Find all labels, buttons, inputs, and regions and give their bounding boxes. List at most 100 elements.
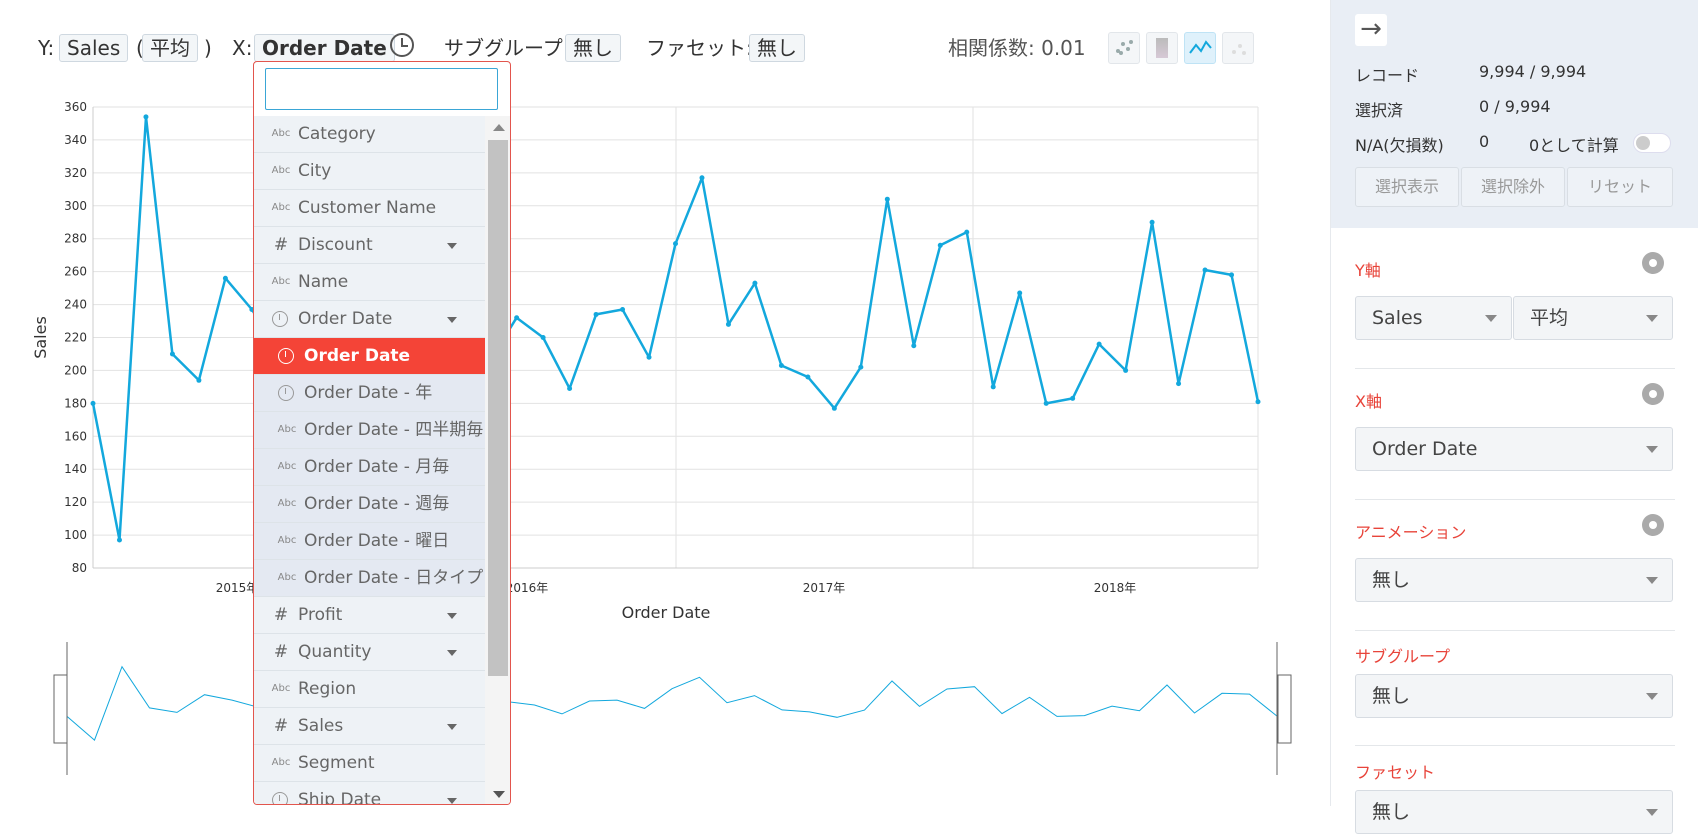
- data-point[interactable]: [1043, 400, 1049, 406]
- chevron-down-icon[interactable]: [447, 798, 457, 804]
- data-point[interactable]: [805, 374, 811, 380]
- chevron-down-icon[interactable]: [447, 317, 457, 323]
- data-point[interactable]: [593, 311, 599, 317]
- zero-calc-label: 0として計算: [1529, 136, 1619, 155]
- data-point[interactable]: [964, 229, 970, 235]
- exclude-selected-button[interactable]: 選択除外: [1461, 167, 1565, 207]
- x-field-dropdown[interactable]: Abc Category Abc City Abc Customer Name # Disco…: [253, 61, 511, 805]
- subgroup-chip[interactable]: 無し: [565, 34, 621, 62]
- animation-gear-icon[interactable]: [1642, 514, 1664, 536]
- x-axis-title: X軸: [1355, 392, 1382, 411]
- facet-title: ファセット: [1355, 763, 1436, 782]
- data-point[interactable]: [673, 241, 678, 247]
- y-axis-gear-icon[interactable]: [1642, 252, 1664, 274]
- dropdown-item-label: Name: [298, 272, 349, 292]
- line-chart[interactable]: 80 100 120 140 160 180 200 220 240 260 280 300 320 34…: [0, 90, 1290, 630]
- dropdown-item[interactable]: Abc Order Date - 日タイプ: [254, 560, 485, 597]
- data-point[interactable]: [725, 321, 731, 327]
- dropdown-item[interactable]: Abc Order Date - 四半期毎: [254, 412, 485, 449]
- dropdown-item[interactable]: # Profit: [254, 597, 485, 634]
- dropdown-item[interactable]: Abc Order Date - 月毎: [254, 449, 485, 486]
- chevron-down-icon[interactable]: [447, 650, 457, 656]
- data-point[interactable]: [514, 315, 520, 321]
- scroll-up-icon[interactable]: [493, 124, 505, 131]
- show-selected-button[interactable]: 選択表示: [1355, 167, 1459, 207]
- chevron-down-icon[interactable]: [447, 724, 457, 730]
- data-point[interactable]: [699, 175, 705, 181]
- dropdown-item[interactable]: Abc Segment: [254, 745, 485, 782]
- data-point[interactable]: [1255, 399, 1261, 405]
- data-point[interactable]: [116, 537, 122, 543]
- data-point[interactable]: [858, 364, 864, 370]
- reset-button[interactable]: リセット: [1567, 167, 1673, 207]
- data-point[interactable]: [752, 280, 758, 286]
- data-point[interactable]: [1229, 272, 1235, 278]
- dropdown-item[interactable]: Abc Name: [254, 264, 485, 301]
- data-point[interactable]: [1096, 341, 1102, 347]
- zero-calc-toggle[interactable]: [1633, 133, 1671, 153]
- dropdown-item[interactable]: Order Date: [254, 338, 485, 375]
- subgroup-select[interactable]: 無し: [1355, 674, 1673, 718]
- dropdown-item[interactable]: Order Date - 年: [254, 375, 485, 412]
- dropdown-item[interactable]: Abc Customer Name: [254, 190, 485, 227]
- dropdown-search-input[interactable]: [265, 68, 498, 110]
- x-field-select[interactable]: Order Date: [1355, 427, 1673, 471]
- dropdown-item[interactable]: Abc Order Date - 週毎: [254, 486, 485, 523]
- data-point[interactable]: [169, 351, 175, 357]
- dropdown-item[interactable]: Abc City: [254, 153, 485, 190]
- data-point[interactable]: [143, 114, 149, 120]
- dropdown-item[interactable]: # Discount: [254, 227, 485, 264]
- correlation-text: 相関係数: 0.01: [948, 36, 1086, 60]
- dropdown-item[interactable]: Abc Region: [254, 671, 485, 708]
- chevron-down-icon[interactable]: [447, 613, 457, 619]
- dropdown-item[interactable]: Ship Date: [254, 782, 485, 804]
- y-field-chip[interactable]: Sales: [59, 34, 129, 62]
- data-point[interactable]: [884, 196, 890, 202]
- x-field-chip[interactable]: Order Date: [254, 34, 395, 62]
- scrollbar-thumb[interactable]: [488, 140, 508, 676]
- dropdown-item[interactable]: # Quantity: [254, 634, 485, 671]
- range-navigator[interactable]: [0, 635, 1300, 780]
- data-point[interactable]: [1123, 367, 1129, 373]
- data-point[interactable]: [937, 242, 943, 248]
- data-point[interactable]: [1176, 381, 1182, 387]
- line-chart-icon[interactable]: [1184, 32, 1216, 64]
- animation-select[interactable]: 無し: [1355, 558, 1673, 602]
- y-aggregation-chip[interactable]: 平均: [142, 34, 198, 62]
- chevron-down-icon[interactable]: [447, 243, 457, 249]
- data-point[interactable]: [1149, 219, 1155, 225]
- data-point[interactable]: [646, 354, 652, 360]
- dropdown-item[interactable]: Abc Order Date - 曜日: [254, 523, 485, 560]
- data-point[interactable]: [196, 377, 202, 383]
- dropdown-item[interactable]: Abc Category: [254, 116, 485, 153]
- x-tick-label: 2018年: [1094, 581, 1137, 595]
- dots-icon[interactable]: [1222, 32, 1254, 64]
- data-point[interactable]: [911, 343, 917, 349]
- facet-chip[interactable]: 無し: [749, 34, 805, 62]
- scatter-icon[interactable]: [1108, 32, 1140, 64]
- data-point[interactable]: [90, 400, 96, 406]
- facet-select[interactable]: 無し: [1355, 790, 1673, 834]
- data-point[interactable]: [1070, 395, 1076, 401]
- data-point[interactable]: [831, 405, 837, 411]
- data-point[interactable]: [222, 275, 228, 281]
- y-aggregation-select[interactable]: 平均: [1513, 296, 1673, 340]
- y-field-select[interactable]: Sales: [1355, 296, 1512, 340]
- range-left-handle[interactable]: [53, 674, 68, 744]
- x-axis-gear-icon[interactable]: [1642, 383, 1664, 405]
- dropdown-item[interactable]: Order Date: [254, 301, 485, 338]
- data-point[interactable]: [540, 335, 546, 340]
- dropdown-item[interactable]: # Sales: [254, 708, 485, 745]
- data-point[interactable]: [1202, 267, 1208, 273]
- scroll-down-icon[interactable]: [493, 791, 505, 798]
- range-right-handle[interactable]: [1277, 674, 1292, 744]
- data-point[interactable]: [567, 386, 573, 392]
- heatmap-icon[interactable]: [1146, 32, 1178, 64]
- data-point[interactable]: [990, 384, 996, 390]
- arrow-right-icon[interactable]: →: [1355, 14, 1387, 46]
- data-point[interactable]: [778, 362, 784, 368]
- data-point[interactable]: [1017, 290, 1023, 296]
- clock-icon[interactable]: [390, 33, 414, 57]
- data-point[interactable]: [620, 307, 626, 313]
- dropdown-scrollbar[interactable]: [485, 116, 510, 804]
